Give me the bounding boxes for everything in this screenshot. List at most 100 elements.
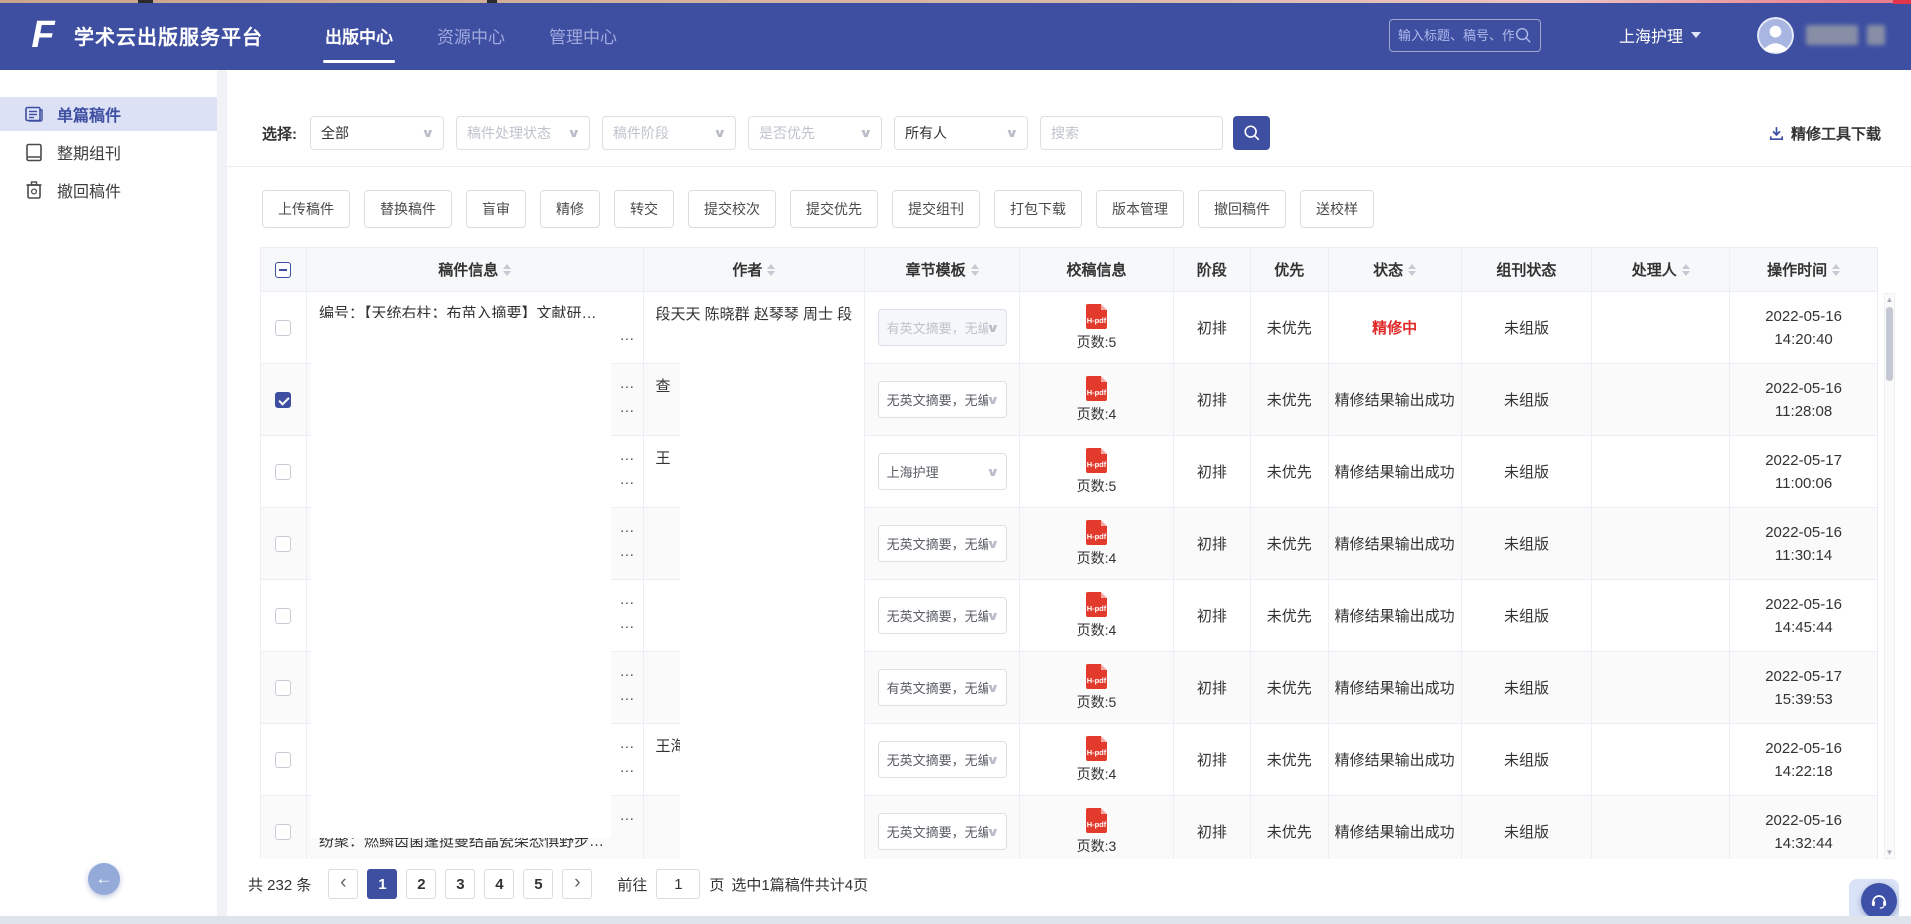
row-checkbox[interactable] — [275, 608, 291, 624]
chapter-template-select[interactable]: 有英文摘要，无编⋯ ∨ — [878, 309, 1007, 346]
pdf-file-icon[interactable]: H-pdf — [1086, 736, 1107, 761]
customer-service-button[interactable] — [1861, 883, 1897, 919]
header-select-all[interactable] — [261, 248, 307, 292]
row-checkbox[interactable] — [275, 680, 291, 696]
collapse-back-button[interactable]: ← — [88, 863, 120, 895]
action-button-8[interactable]: 打包下载 — [994, 190, 1082, 228]
filter-select-owner[interactable]: 所有人 ∨ — [894, 116, 1028, 150]
table-scrollbar[interactable]: ▲ ▼ — [1884, 293, 1895, 859]
menu-publish-center[interactable]: 出版中心 — [325, 23, 393, 48]
row-checkbox[interactable] — [275, 320, 291, 336]
action-button-3[interactable]: 精修 — [540, 190, 600, 228]
filter-select-priority[interactable]: 是否优先 ∨ — [748, 116, 882, 150]
global-search-box[interactable] — [1389, 19, 1541, 52]
group-status-cell: 未组版 — [1462, 364, 1593, 436]
status-cell: 精修结果输出成功 — [1329, 796, 1462, 859]
search-icon — [1514, 26, 1532, 44]
row-checkbox[interactable] — [275, 392, 291, 408]
global-search-input[interactable] — [1398, 28, 1514, 43]
action-button-9[interactable]: 版本管理 — [1096, 190, 1184, 228]
header-handler[interactable]: 处理人 — [1592, 248, 1730, 292]
priority-cell: 未优先 — [1251, 364, 1329, 436]
sort-icon[interactable] — [503, 264, 511, 276]
row-checkbox[interactable] — [275, 824, 291, 840]
truncation-ellipsis: … — [613, 470, 635, 494]
header-chapter-template[interactable]: 章节模板 — [865, 248, 1020, 292]
chapter-template-select[interactable]: 无英文摘要，无编⋯ ∨ — [878, 741, 1007, 778]
action-button-10[interactable]: 撤回稿件 — [1198, 190, 1286, 228]
sort-icon[interactable] — [971, 264, 979, 276]
action-button-5[interactable]: 提交校次 — [688, 190, 776, 228]
next-page-button[interactable]: › — [562, 869, 592, 899]
chapter-template-select[interactable]: 无英文摘要，无编⋯ ∨ — [878, 381, 1007, 418]
pdf-file-icon[interactable]: H-pdf — [1086, 664, 1107, 689]
filter-select-process-status[interactable]: 稿件处理状态 ∨ — [456, 116, 590, 150]
pdf-file-icon[interactable]: H-pdf — [1086, 808, 1107, 833]
header-operation-time[interactable]: 操作时间 — [1730, 248, 1877, 292]
action-button-0[interactable]: 上传稿件 — [262, 190, 350, 228]
chevron-down-icon: ∨ — [859, 126, 873, 140]
handler-cell — [1592, 652, 1730, 724]
row-checkbox[interactable] — [275, 752, 291, 768]
action-button-4[interactable]: 转交 — [614, 190, 674, 228]
page-button-2[interactable]: 2 — [406, 869, 436, 899]
chapter-template-select[interactable]: 有英文摘要，无编⋯ ∨ — [878, 669, 1007, 706]
sidebar-item-withdrawn-manuscripts[interactable]: 撤回稿件 — [0, 173, 217, 207]
status-badge: 精修结果输出成功 — [1335, 749, 1455, 770]
scroll-up-icon[interactable]: ▲ — [1885, 295, 1894, 304]
action-button-7[interactable]: 提交组刊 — [892, 190, 980, 228]
chapter-template-select[interactable]: 无英文摘要，无编⋯ ∨ — [878, 813, 1007, 850]
chapter-template-select[interactable]: 无英文摘要，无编⋯ ∨ — [878, 525, 1007, 562]
pdf-file-icon[interactable]: H-pdf — [1086, 304, 1107, 329]
page-button-1[interactable]: 1 — [367, 869, 397, 899]
priority-cell: 未优先 — [1251, 508, 1329, 580]
page-button-4[interactable]: 4 — [484, 869, 514, 899]
operation-time-cell: 2022-05-16 14:32:44 — [1730, 796, 1877, 859]
row-checkbox[interactable] — [275, 464, 291, 480]
stage-cell: 初排 — [1174, 580, 1251, 652]
header-author[interactable]: 作者 — [644, 248, 866, 292]
action-button-6[interactable]: 提交优先 — [790, 190, 878, 228]
template-cell: 有英文摘要，无编⋯ ∨ — [865, 652, 1020, 724]
truncation-ellipsis: … — [613, 662, 635, 686]
sort-icon[interactable] — [767, 264, 775, 276]
search-button[interactable] — [1233, 116, 1270, 150]
header-status[interactable]: 状态 — [1329, 248, 1462, 292]
action-toolbar: 上传稿件 替换稿件 盲审 精修 转交 提交校次 提交优先 提交组刊 打包下载 版… — [262, 190, 1374, 228]
sort-icon[interactable] — [1682, 264, 1690, 276]
page-button-5[interactable]: 5 — [523, 869, 553, 899]
stage-cell: 初排 — [1174, 796, 1251, 859]
org-switcher[interactable]: 上海护理 — [1619, 23, 1701, 47]
filter-search-input[interactable] — [1040, 116, 1223, 150]
filter-select-scope[interactable]: 全部 ∨ — [310, 116, 444, 150]
pdf-file-icon[interactable]: H-pdf — [1086, 448, 1107, 473]
prev-page-button[interactable]: ‹ — [328, 869, 358, 899]
chapter-template-select[interactable]: 上海护理 ∨ — [878, 453, 1007, 490]
chapter-template-select[interactable]: 无英文摘要，无编⋯ ∨ — [878, 597, 1007, 634]
pdf-file-icon[interactable]: H-pdf — [1086, 520, 1107, 545]
action-button-1[interactable]: 替换稿件 — [364, 190, 452, 228]
menu-resource-center[interactable]: 资源中心 — [437, 23, 505, 48]
goto-page-input[interactable] — [656, 869, 700, 899]
scroll-down-icon[interactable]: ▼ — [1885, 848, 1894, 857]
filter-select-stage[interactable]: 稿件阶段 ∨ — [602, 116, 736, 150]
action-button-11[interactable]: 送校样 — [1300, 190, 1374, 228]
sort-icon[interactable] — [1408, 264, 1416, 276]
selection-summary: 选中1篇稿件共计4页 — [731, 874, 868, 895]
sort-icon[interactable] — [1832, 264, 1840, 276]
refine-tool-download-link[interactable]: 精修工具下载 — [1768, 123, 1881, 144]
menu-management-center[interactable]: 管理中心 — [549, 23, 617, 48]
row-checkbox[interactable] — [275, 536, 291, 552]
pdf-file-icon[interactable]: H-pdf — [1086, 592, 1107, 617]
action-button-2[interactable]: 盲审 — [466, 190, 526, 228]
sidebar-item-issue-assembly[interactable]: 整期组刊 — [0, 135, 217, 169]
user-avatar[interactable] — [1757, 17, 1794, 54]
scrollbar-thumb[interactable] — [1886, 307, 1893, 381]
sidebar-item-single-manuscripts[interactable]: 单篇稿件 — [0, 97, 217, 131]
pdf-file-icon[interactable]: H-pdf — [1086, 376, 1107, 401]
page-button-3[interactable]: 3 — [445, 869, 475, 899]
redacted-username — [1806, 25, 1885, 45]
priority-cell: 未优先 — [1251, 652, 1329, 724]
select-all-checkbox[interactable] — [275, 262, 291, 278]
header-manuscript-info[interactable]: 稿件信息 — [307, 248, 644, 292]
